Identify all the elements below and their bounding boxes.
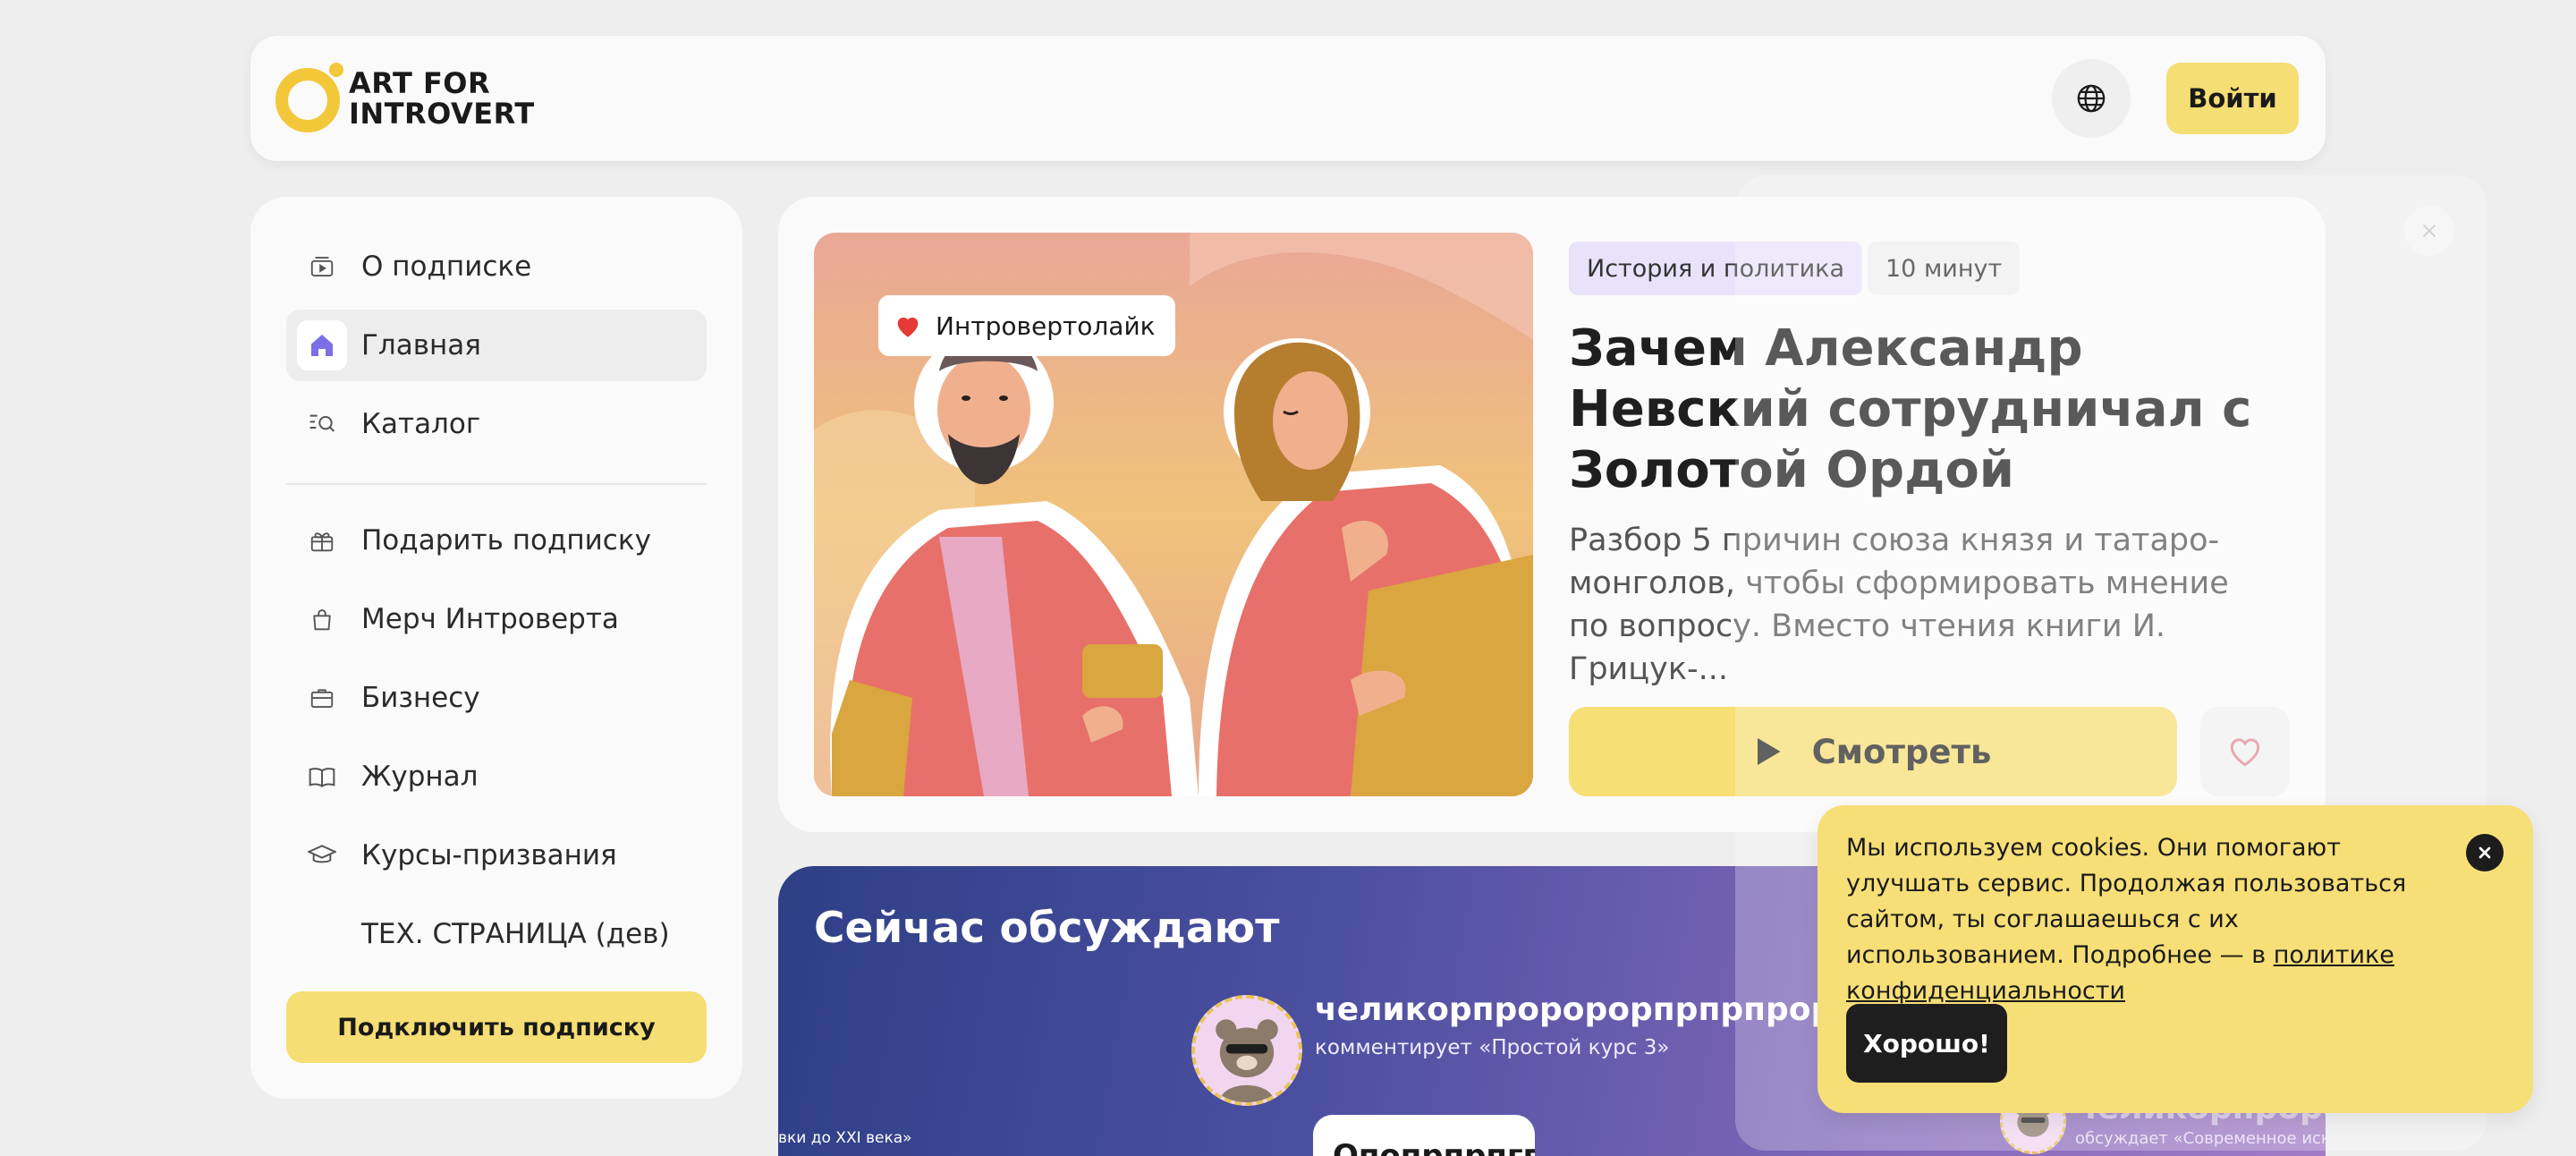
globe-icon [2077, 84, 2106, 113]
sidebar-item-label: Курсы-призвания [361, 839, 617, 871]
top-header: ART FOR INTROVERT Войти [250, 36, 2326, 161]
login-button[interactable]: Войти [2166, 63, 2299, 134]
sidebar-item-home[interactable]: Главная [286, 310, 707, 381]
logo-ring-icon [275, 68, 340, 132]
sidebar-item-label: Каталог [361, 408, 481, 440]
sidebar-item-label: ТЕХ. СТРАНИЦА (дев) [361, 918, 670, 950]
language-button[interactable] [2052, 59, 2131, 138]
book-icon [297, 752, 347, 802]
bear-avatar-icon [1195, 999, 1299, 1102]
avatar[interactable] [1191, 995, 1302, 1106]
sidebar-item-merch[interactable]: Мерч Интроверта [286, 583, 707, 655]
subscribe-button[interactable]: Подключить подписку [286, 991, 707, 1063]
logo-line2: INTROVERT [349, 97, 535, 131]
logo-text: ART FOR INTROVERT [349, 68, 535, 129]
briefcase-icon [297, 673, 347, 723]
discussion-title: Сейчас обсуждают [814, 904, 1280, 953]
sidebar-item-label: Мерч Интроверта [361, 603, 619, 635]
sidebar-item-courses[interactable]: Курсы-призвания [286, 820, 707, 891]
graduation-cap-icon [297, 830, 347, 880]
edge-caption: вки до XXI века» [778, 1129, 912, 1147]
sidebar-divider [286, 483, 707, 485]
commenter-action: комментирует «Простой курс 3» [1315, 1036, 1670, 1059]
sidebar-item-gift[interactable]: Подарить подписку [286, 505, 707, 576]
sidebar-item-business[interactable]: Бизнесу [286, 662, 707, 734]
sidebar-item-label: Журнал [361, 761, 479, 793]
overlay-close-button[interactable] [2404, 206, 2454, 256]
sidebar-item-label: О подписке [361, 251, 532, 283]
sidebar-item-journal[interactable]: Журнал [286, 741, 707, 812]
sidebar-item-subscription[interactable]: О подписке [286, 231, 707, 302]
cookie-banner: Мы используем cookies. Они помогают улуч… [1818, 805, 2533, 1113]
cookie-text: Мы используем cookies. Они помогают улуч… [1846, 830, 2454, 1009]
logo-dot-icon [329, 63, 343, 77]
home-icon [297, 320, 347, 370]
logo[interactable]: ART FOR INTROVERT [275, 63, 544, 134]
close-icon [2422, 224, 2436, 238]
catalog-search-icon [297, 399, 347, 449]
sidebar-item-label: Бизнесу [361, 682, 480, 714]
video-icon [297, 242, 347, 292]
sidebar-item-tech-page[interactable]: ТЕХ. СТРАНИЦА (дев) [286, 898, 707, 970]
cookie-close-button[interactable] [2466, 834, 2504, 871]
gift-icon [297, 515, 347, 565]
heart-icon [897, 317, 919, 337]
badge-label: Интровертолайк [936, 310, 1156, 341]
close-icon [2479, 846, 2491, 859]
sidebar: О подписке Главная Каталог Подарить подп… [250, 197, 742, 1099]
bag-icon [297, 594, 347, 644]
introvertolike-badge: Интровертолайк [878, 295, 1175, 356]
sidebar-item-catalog[interactable]: Каталог [286, 388, 707, 460]
sidebar-item-label: Подарить подписку [361, 524, 651, 557]
cookie-accept-button[interactable]: Хорошо! [1846, 1004, 2007, 1083]
comment-preview[interactable]: Опопрпрпгпгп [1313, 1115, 1535, 1156]
logo-line1: ART FOR [349, 66, 491, 100]
lesson-illustration[interactable]: Интровертолайк [814, 233, 1533, 796]
sidebar-item-label: Главная [361, 329, 481, 361]
